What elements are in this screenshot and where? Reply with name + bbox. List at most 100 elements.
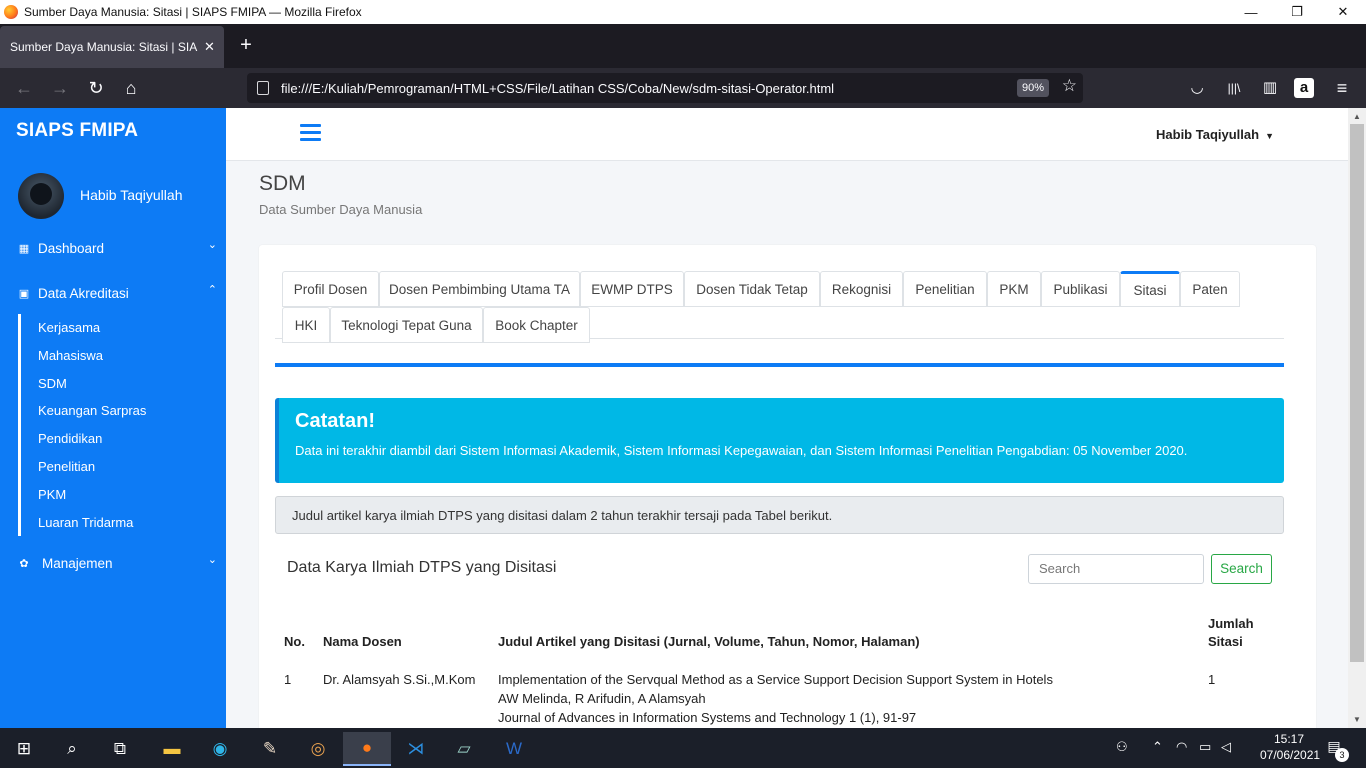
top-navbar: Habib Taqiyullah ▼ xyxy=(226,108,1348,161)
taskbar-clock[interactable]: 15:17 07/06/2021 xyxy=(1260,731,1320,763)
table-title: Data Karya Ilmiah DTPS yang Disitasi xyxy=(287,559,557,576)
tab-sitasi[interactable]: Sitasi xyxy=(1120,271,1180,307)
firefox-taskbar-icon[interactable]: ● xyxy=(343,732,391,766)
note-callout: Catatan! Data ini terakhir diambil dari … xyxy=(275,398,1284,483)
tab-hki[interactable]: HKI xyxy=(282,307,330,343)
firefox-logo-icon xyxy=(4,5,18,19)
new-tab-button[interactable]: + xyxy=(234,34,258,58)
calendar-icon: ▣ xyxy=(18,287,30,300)
tab-teknologi-tepat-guna[interactable]: Teknologi Tepat Guna xyxy=(330,307,483,343)
sidebar-toggle-icon[interactable]: ▥ xyxy=(1258,76,1282,100)
window-title: Sumber Daya Manusia: Sitasi | SIAPS FMIP… xyxy=(24,5,362,19)
forward-arrow-icon[interactable]: → xyxy=(48,76,72,100)
sidebar-item-dashboard[interactable]: ▦ Dashboard ⌄ xyxy=(0,236,226,260)
task-view-icon[interactable]: ⧉ xyxy=(96,732,144,766)
word-icon[interactable]: W xyxy=(490,732,538,766)
sidebar-item-pendidikan[interactable]: Pendidikan xyxy=(38,431,102,446)
chevron-down-icon: ⌄ xyxy=(207,239,217,251)
notification-count-badge: 3 xyxy=(1335,748,1349,762)
brand-logo[interactable]: SIAPS FMIPA xyxy=(16,120,138,142)
url-text[interactable]: file:///E:/Kuliah/Pemrograman/HTML+CSS/F… xyxy=(281,81,1001,96)
sidebar-item-luaran-tridarma[interactable]: Luaran Tridarma xyxy=(38,515,133,530)
sidebar-item-kerjasama[interactable]: Kerjasama xyxy=(38,320,100,335)
tab-penelitian[interactable]: Penelitian xyxy=(903,271,987,307)
search-input[interactable]: Search xyxy=(1028,554,1204,584)
sidebar-item-label: Data Akreditasi xyxy=(38,285,129,301)
dashboard-icon: ▦ xyxy=(18,242,30,255)
callout-body: Data ini terakhir diambil dari Sistem In… xyxy=(295,443,1188,458)
tab-rekognisi[interactable]: Rekognisi xyxy=(820,271,903,307)
bookmark-star-icon[interactable]: ☆ xyxy=(1062,76,1077,96)
tab-ewmp-dtps[interactable]: EWMP DTPS xyxy=(580,271,684,307)
tab-book-chapter[interactable]: Book Chapter xyxy=(483,307,590,343)
tab-publikasi[interactable]: Publikasi xyxy=(1041,271,1120,307)
tab-pkm[interactable]: PKM xyxy=(987,271,1041,307)
tab-dosen-tidak-tetap[interactable]: Dosen Tidak Tetap xyxy=(684,271,820,307)
restore-button[interactable]: ❐ xyxy=(1274,0,1320,24)
window-titlebar: Sumber Daya Manusia: Sitasi | SIAPS FMIP… xyxy=(0,0,1366,24)
edge-icon[interactable]: ◉ xyxy=(196,732,244,766)
sidebar-item-pkm[interactable]: PKM xyxy=(38,487,66,502)
page-icon xyxy=(257,81,269,95)
zoom-indicator[interactable]: 90% xyxy=(1016,79,1049,97)
chevron-up-icon: ⌃ xyxy=(207,284,217,296)
menu-icon[interactable]: ≡ xyxy=(1330,76,1354,100)
callout-title: Catatan! xyxy=(295,410,376,432)
file-explorer-icon[interactable]: ▬ xyxy=(148,732,196,766)
media-player-icon[interactable]: ◎ xyxy=(294,732,342,766)
reload-icon[interactable]: ↻ xyxy=(84,76,108,100)
address-bar[interactable]: file:///E:/Kuliah/Pemrograman/HTML+CSS/F… xyxy=(247,73,1083,103)
tab-profil-dosen[interactable]: Profil Dosen xyxy=(282,271,379,307)
page-viewport: SIAPS FMIPA Habib Taqiyullah ▦ Dashboard… xyxy=(0,108,1366,728)
table-cell-judul-title: Implementation of the Servqual Method as… xyxy=(498,672,1053,687)
back-arrow-icon[interactable]: ← xyxy=(12,76,36,100)
vertical-scrollbar[interactable]: ▲ ▼ xyxy=(1348,108,1366,728)
people-icon[interactable]: ⚇ xyxy=(1116,739,1128,755)
browser-tab-title: Sumber Daya Manusia: Sitasi | SIAPS FMIP… xyxy=(10,40,198,54)
tray-chevron-up-icon[interactable]: ⌃ xyxy=(1152,739,1163,755)
tab-paten[interactable]: Paten xyxy=(1180,271,1240,307)
notification-center-icon[interactable]: ▤ 3 xyxy=(1324,738,1349,762)
notepad-icon[interactable]: ▱ xyxy=(440,732,488,766)
library-icon[interactable]: |||\ xyxy=(1222,76,1246,100)
user-dropdown-label: Habib Taqiyullah xyxy=(1156,127,1260,142)
scroll-down-icon[interactable]: ▼ xyxy=(1348,711,1366,728)
sidebar-item-label: Dashboard xyxy=(38,240,105,256)
page-subtitle: Data Sumber Daya Manusia xyxy=(259,202,423,217)
sidebar-item-penelitian[interactable]: Penelitian xyxy=(38,459,95,474)
gear-icon: ✿ xyxy=(19,557,29,570)
minimize-button[interactable]: — xyxy=(1228,0,1274,24)
sidebar-item-keuangan-sarpras[interactable]: Keuangan Sarpras xyxy=(38,403,146,418)
sidebar-item-manajemen[interactable]: ✿ Manajemen ⌄ xyxy=(0,551,226,575)
windows-start-icon[interactable]: ⊞ xyxy=(0,732,48,766)
page-title: SDM xyxy=(259,172,306,195)
close-window-button[interactable]: ✕ xyxy=(1320,0,1366,24)
browser-tab[interactable]: Sumber Daya Manusia: Sitasi | SIAPS FMIP… xyxy=(0,26,224,68)
tab-dosen-pembimbing[interactable]: Dosen Pembimbing Utama TA xyxy=(379,271,580,307)
paint-icon[interactable]: ✎ xyxy=(246,732,294,766)
sidebar-item-sdm[interactable]: SDM xyxy=(38,376,67,391)
chevron-down-icon: ⌄ xyxy=(207,554,217,566)
table-cell-jumlah: 1 xyxy=(1208,672,1216,687)
hamburger-menu-icon[interactable] xyxy=(300,124,321,141)
battery-icon[interactable]: ▭ xyxy=(1199,739,1211,755)
vscode-icon[interactable]: ⋊ xyxy=(392,732,440,766)
tab-close-icon[interactable]: ✕ xyxy=(204,39,215,55)
wifi-icon[interactable]: ◠ xyxy=(1176,739,1187,755)
sidebar-item-mahasiswa[interactable]: Mahasiswa xyxy=(38,348,103,363)
content-card: Profil Dosen Dosen Pembimbing Utama TA E… xyxy=(259,245,1316,728)
clock-time: 15:17 xyxy=(1273,732,1305,746)
sidebar-item-label: Manajemen xyxy=(42,555,113,571)
search-icon[interactable]: ⌕ xyxy=(48,732,96,766)
search-button[interactable]: Search xyxy=(1211,554,1272,584)
pocket-icon[interactable]: ◡ xyxy=(1185,76,1209,100)
table-header-no: No. xyxy=(284,634,305,649)
user-dropdown[interactable]: Habib Taqiyullah ▼ xyxy=(1156,127,1274,142)
home-icon[interactable]: ⌂ xyxy=(119,76,143,100)
sidebar-user-name[interactable]: Habib Taqiyullah xyxy=(80,187,182,203)
scroll-thumb[interactable] xyxy=(1350,124,1364,662)
amazon-extension-icon[interactable]: a xyxy=(1294,78,1314,98)
sidebar-item-data-akreditasi[interactable]: ▣ Data Akreditasi ⌃ xyxy=(0,281,226,305)
volume-icon[interactable]: ◁ xyxy=(1221,739,1231,755)
scroll-up-icon[interactable]: ▲ xyxy=(1348,108,1366,125)
